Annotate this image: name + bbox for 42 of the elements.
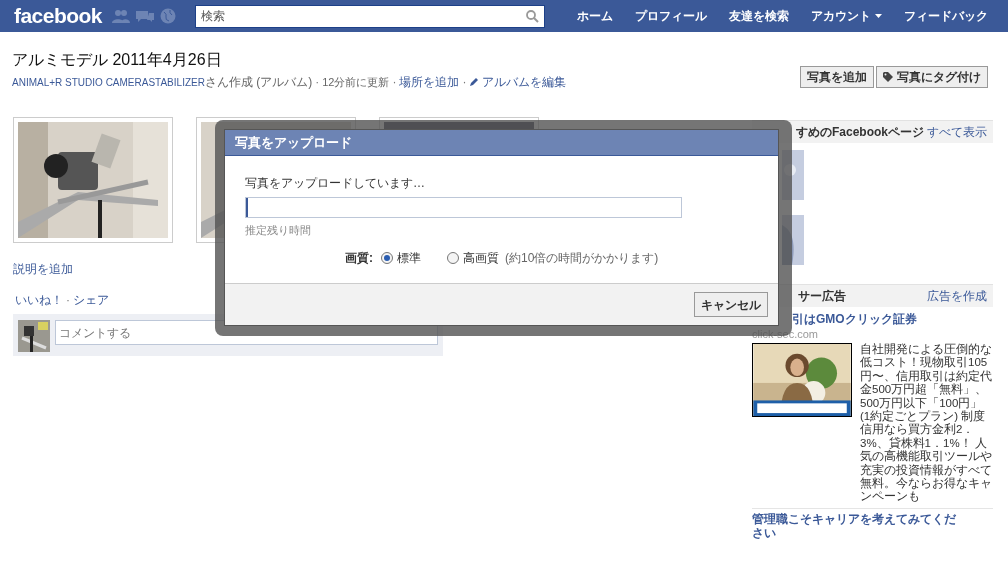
see-all-link[interactable]: すべて表示 [927, 123, 987, 141]
dialog-title: 写真をアップロード [225, 130, 778, 156]
quality-label: 画質: [345, 249, 373, 267]
album-author-text: さん作成 (アルバム) [204, 74, 313, 91]
ad-title[interactable]: 引はGMOクリック証券 [792, 312, 917, 326]
add-photo-button[interactable]: 写真を追加 [800, 66, 874, 88]
edit-album-link[interactable]: アルバムを編集 [482, 73, 567, 91]
updated-time: 12分前に更新 [322, 74, 390, 90]
remaining-time: 推定残り時間 [245, 223, 312, 238]
share-link[interactable]: シェア [73, 291, 109, 309]
separator-dot: · [314, 74, 321, 91]
nav-link[interactable]: フィードバック [904, 7, 988, 25]
nav-link[interactable]: 友達を検索 [729, 7, 789, 25]
separator-dot: · [461, 74, 468, 91]
add-place-link[interactable]: 場所を追加 [399, 73, 460, 91]
logo[interactable]: facebook [14, 0, 112, 32]
pencil-icon [469, 77, 480, 87]
section-title: サー広告 [798, 288, 846, 305]
option-note: (約10倍の時間がかかります) [505, 249, 659, 267]
separator-dot: · [65, 292, 71, 309]
nav-link[interactable]: アカウント [811, 7, 882, 25]
radio-button[interactable] [447, 251, 459, 264]
album-title: アルミモデル 2011年4月26日 [12, 50, 223, 70]
upload-message: 写真をアップロードしています… [245, 175, 426, 192]
cancel-button[interactable]: キャンセル [694, 292, 768, 317]
search-field[interactable]: 検索 [195, 4, 545, 28]
radio-button[interactable] [381, 251, 393, 264]
ad-text: 自社開発による圧倒的な低コスト！現物取引105円〜、信用取引は約定代金500万円超「無料」、500万円以下「100円」(1約定ごとプラン) 制度信用なら買方金利2．3%、貸株料1．1%！ 人気の高機能取引ツールや充実の投資情報がすべて無料。今ならお得なキャンペーンも [860, 343, 992, 504]
search-icon[interactable] [526, 9, 539, 23]
owner-link[interactable]: ANIMAL+R STUDIO CAMERASTABILIZER [12, 74, 205, 90]
option-label[interactable]: 標準 [397, 248, 421, 267]
option-label[interactable]: 高画質 [463, 248, 499, 267]
add-caption-link[interactable]: 説明を追加 [13, 262, 73, 276]
nav-link[interactable]: ホーム [577, 7, 613, 25]
ad-title[interactable]: 管理職こそキャリアを考えてみてください [752, 511, 967, 540]
create-ad-link[interactable]: 広告を作成 [927, 287, 987, 305]
ad-domain: click-sec.com [752, 328, 819, 341]
separator-dot: · [391, 74, 398, 91]
nav-link[interactable]: プロフィール [635, 7, 707, 25]
section-title: すめのFacebookページ [796, 124, 924, 141]
like-link[interactable]: いいね！ [15, 291, 63, 309]
tag-photo-button[interactable]: 写真にタグ付け [876, 66, 988, 88]
